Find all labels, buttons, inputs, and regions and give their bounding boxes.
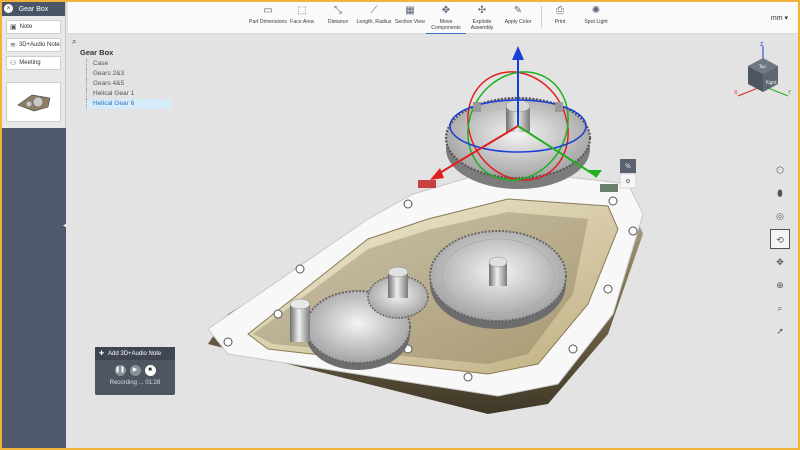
axis-y-label: Y — [787, 90, 792, 96]
tool-label: Print — [554, 19, 566, 25]
tree-root[interactable]: Gear Box — [80, 48, 172, 57]
3d-viewport[interactable]: % ⚙ Top Right X Y Z — [68, 34, 798, 448]
audio-wave-icon: ≋ — [10, 42, 16, 49]
svg-text:%: % — [625, 163, 631, 170]
gizmo-context-panel[interactable]: % ⚙ — [619, 159, 637, 189]
cylinder-view-icon[interactable]: ⬮ — [770, 183, 790, 203]
tree-item-helical-gear-6[interactable]: Helical Gear 6 — [86, 99, 172, 109]
note-icon: ▣ — [10, 24, 17, 31]
gearbox-thumbnail-icon — [16, 94, 50, 112]
note-button[interactable]: ▣ Note — [6, 20, 61, 34]
y-offset-tag — [600, 184, 618, 192]
axis-z-label: Z — [760, 42, 764, 48]
tool-label: Move Components — [431, 19, 461, 31]
section-view-tool[interactable]: ▦ Section View — [390, 5, 430, 25]
tree-item-helical-gear-1[interactable]: Helical Gear 1 — [86, 89, 172, 99]
tree-item-case[interactable]: Case — [86, 59, 172, 69]
model-tree: ⌕ Gear Box Case Gears 2&3 Gears 4&5 Heli… — [72, 37, 172, 109]
audio-note-button[interactable]: ≋ 3D+Audio Note — [6, 38, 61, 52]
meeting-button[interactable]: ⚇ Meeting — [6, 56, 61, 70]
face-area-tool[interactable]: ⬚ Face Area — [282, 5, 322, 25]
apply-color-tool[interactable]: ✎ Apply Color — [498, 5, 538, 25]
pause-button[interactable]: ❚❚ — [114, 365, 126, 376]
axis-x-label: X — [734, 90, 738, 96]
cube-view-icon[interactable]: ⬡ — [770, 160, 790, 180]
close-icon[interactable]: × — [4, 4, 13, 13]
helical-gear-1[interactable] — [289, 298, 311, 342]
search-icon[interactable]: ⌕ — [72, 37, 172, 47]
meeting-label: Meeting — [19, 60, 41, 66]
tree-item-gears-4-5[interactable]: Gears 4&5 — [86, 79, 172, 89]
face-area-icon: ⬚ — [297, 5, 307, 16]
recorder-title: Add 3D+Audio Note — [108, 350, 162, 357]
pan-icon[interactable]: ✥ — [770, 252, 790, 272]
explode-icon: ✣ — [477, 5, 487, 16]
section-view-icon: ▦ — [405, 5, 415, 16]
recorder-controls: ❚❚ ▶ ■ — [95, 365, 175, 376]
view-cube-top: Top — [758, 64, 766, 69]
audio-note-recorder: ✚ Add 3D+Audio Note ❚❚ ▶ ■ Recording ...… — [95, 347, 175, 395]
select-pointer-icon[interactable]: ➚ — [770, 321, 790, 341]
explode-assembly-tool[interactable]: ✣ Explode Assembly — [462, 5, 502, 31]
tool-label: Section View — [395, 19, 425, 25]
tool-label: Distance — [327, 19, 349, 25]
plus-icon: ✚ — [99, 351, 105, 357]
view-cube[interactable]: Top Right X Y Z — [734, 42, 792, 97]
length-radius-tool[interactable]: ⟋ Length, Radius — [354, 5, 394, 25]
tool-label: Face Area — [290, 19, 314, 25]
view-cube-right: Right — [766, 80, 777, 85]
spot-light-tool[interactable]: ✺ Spot Light — [576, 5, 616, 25]
units-dropdown[interactable]: mm ▾ — [771, 14, 788, 22]
chevron-down-icon: ▾ — [784, 15, 788, 22]
sidebar-lower-panel — [2, 128, 66, 448]
units-value: mm — [770, 15, 783, 22]
paint-icon: ✎ — [513, 5, 523, 16]
dimensions-icon: ▭ — [263, 5, 273, 16]
recording-status: Recording ... 01:28 — [109, 380, 161, 386]
tool-label: Length, Radius — [356, 19, 392, 25]
target-icon[interactable]: ◎ — [770, 206, 790, 226]
toolbar: ▭ Part Dimensions ⬚ Face Area ⤡ Distance… — [68, 2, 798, 34]
zoom-window-icon[interactable]: ⊕ — [770, 275, 790, 295]
svg-text:⚙: ⚙ — [625, 178, 630, 185]
users-icon: ⚇ — [10, 60, 17, 67]
orbit-icon[interactable]: ⟲ — [770, 229, 790, 249]
tool-label: Apply Color — [504, 19, 532, 25]
x-offset-tag — [418, 180, 436, 188]
play-button[interactable]: ▶ — [129, 365, 141, 376]
model-thumbnail[interactable] — [6, 82, 61, 122]
app-title: Gear Box — [18, 5, 49, 13]
move-components-tool[interactable]: ✥ Move Components — [426, 5, 466, 34]
right-toolbar: ⬡ ⬮ ◎ ⟲ ✥ ⊕ ⌕ ➚ — [770, 160, 792, 344]
print-icon: ⎙ — [556, 5, 564, 16]
tree-item-gears-2-3[interactable]: Gears 2&3 — [86, 69, 172, 79]
tool-label: Spot Light — [584, 19, 608, 25]
recorder-header: ✚ Add 3D+Audio Note — [95, 347, 175, 360]
zoom-icon[interactable]: ⌕ — [770, 298, 790, 318]
length-radius-icon: ⟋ — [370, 5, 378, 16]
distance-icon: ⤡ — [334, 5, 342, 16]
move-components-icon: ✥ — [441, 5, 451, 16]
tool-label: Explode Assembly — [470, 19, 494, 31]
collapse-handle-icon[interactable]: ◂ — [63, 222, 67, 230]
gear-large[interactable] — [429, 230, 567, 329]
distance-tool[interactable]: ⤡ Distance — [318, 5, 358, 25]
audio-note-label: 3D+Audio Note — [18, 42, 60, 48]
stop-button[interactable]: ■ — [144, 365, 156, 376]
print-tool[interactable]: ⎙ Print — [540, 5, 580, 25]
panel-header: × Gear Box — [2, 2, 65, 16]
note-label: Note — [19, 24, 33, 30]
spotlight-icon: ✺ — [591, 5, 601, 16]
